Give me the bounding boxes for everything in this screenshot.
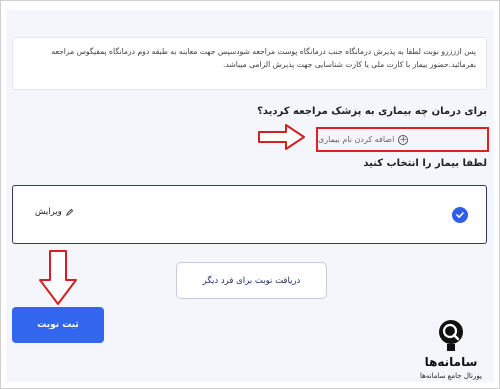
red-arrow-down-icon bbox=[39, 250, 77, 305]
add-disease-name-button[interactable]: + اضافه کردن نام بیماری bbox=[316, 127, 489, 152]
logo-subtitle: پورتال جامع سامانه‌ها bbox=[420, 372, 482, 380]
logo-title: سامانه‌ها bbox=[424, 355, 478, 369]
samanehha-logo: سامانه‌ها پورتال جامع سامانه‌ها bbox=[408, 315, 494, 383]
edit-patient-button[interactable]: ویرایش bbox=[35, 207, 74, 217]
check-circle-icon bbox=[452, 207, 468, 223]
patient-card[interactable]: ویرایش bbox=[12, 185, 487, 244]
red-arrow-right-icon bbox=[258, 124, 305, 150]
pencil-icon bbox=[65, 208, 73, 216]
info-notice: پس ازززرو نوبت لطفا به پذیرش درمانگاه جن… bbox=[12, 37, 487, 90]
logo-mark-icon bbox=[439, 320, 463, 351]
submit-appointment-button[interactable]: ثبت نوبت bbox=[12, 307, 104, 343]
add-disease-name-label: اضافه کردن نام بیماری bbox=[318, 135, 395, 144]
another-person-button[interactable]: دریافت نوبت برای فرد دیگر bbox=[176, 262, 327, 299]
select-patient-label: لطفا بیمار را انتخاب کنید bbox=[363, 158, 487, 169]
edit-label: ویرایش bbox=[35, 207, 62, 217]
plus-circle-icon: + bbox=[398, 134, 409, 145]
info-text: پس ازززرو نوبت لطفا به پذیرش درمانگاه جن… bbox=[51, 47, 476, 69]
disease-question: برای درمان چه بیماری به پزشک مراجعه کردی… bbox=[257, 106, 487, 117]
